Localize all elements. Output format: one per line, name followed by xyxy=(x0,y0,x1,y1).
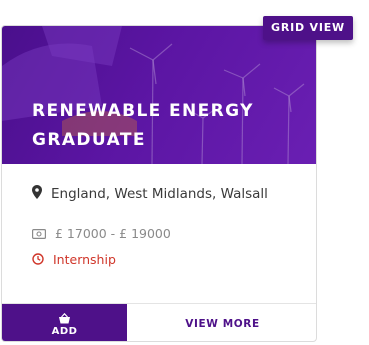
location-text: England, West Midlands, Walsall xyxy=(51,185,268,202)
job-card: RENEWABLE ENERGY GRADUATE England, West … xyxy=(1,25,317,342)
salary-row: £ 17000 - £ 19000 xyxy=(32,224,171,243)
clock-icon xyxy=(32,250,44,269)
grid-view-badge[interactable]: GRID VIEW xyxy=(263,16,353,40)
add-button[interactable]: ADD xyxy=(2,304,127,341)
money-icon xyxy=(32,224,47,243)
job-title: RENEWABLE ENERGY GRADUATE xyxy=(32,97,302,155)
map-pin-icon xyxy=(32,184,42,203)
job-type-text: Internship xyxy=(53,252,116,267)
location-row: England, West Midlands, Walsall xyxy=(32,184,268,203)
add-label: ADD xyxy=(51,326,78,337)
job-type-row: Internship xyxy=(32,250,116,269)
job-title-line-2: GRADUATE xyxy=(32,130,146,150)
job-title-line-1: RENEWABLE ENERGY xyxy=(32,101,254,121)
salary-text: £ 17000 - £ 19000 xyxy=(55,226,171,241)
card-footer: ADD VIEW MORE xyxy=(2,303,316,341)
job-card-hero: RENEWABLE ENERGY GRADUATE xyxy=(2,26,316,164)
view-more-button[interactable]: VIEW MORE xyxy=(127,304,316,341)
